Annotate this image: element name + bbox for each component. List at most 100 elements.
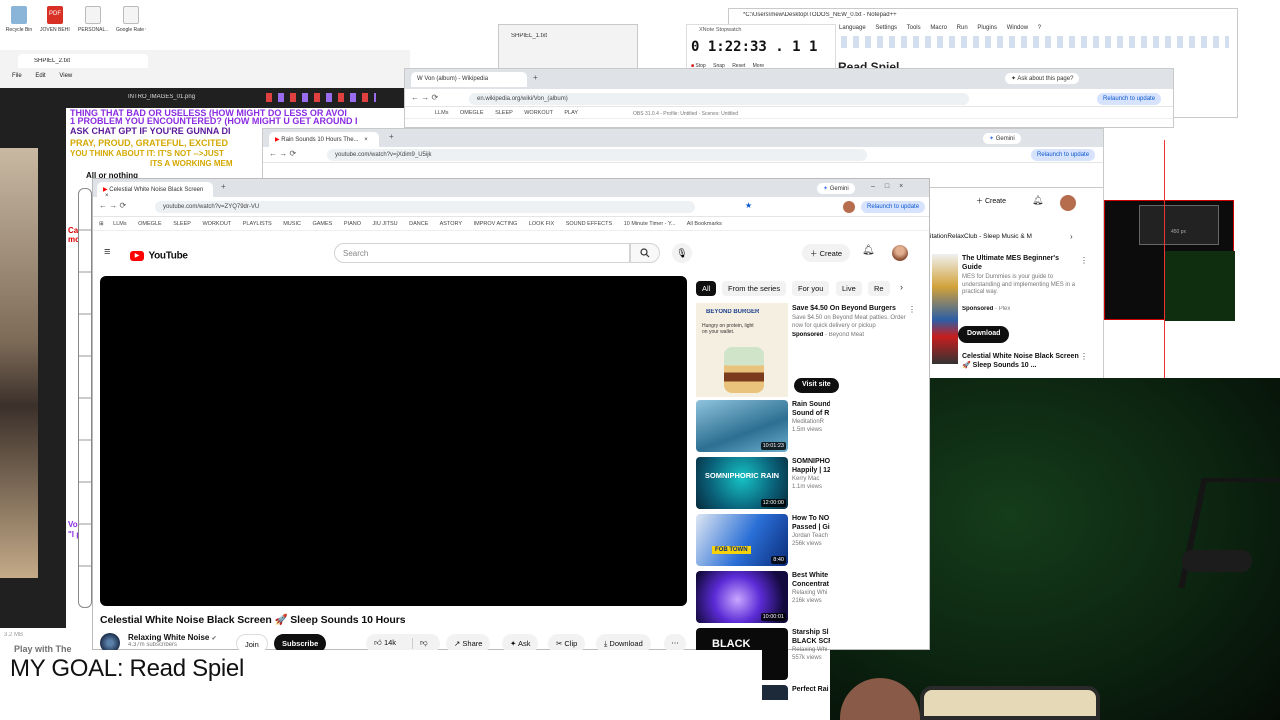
- bookmark[interactable]: DANCE: [409, 221, 428, 227]
- menu-window[interactable]: Window: [1007, 25, 1028, 31]
- notifications-bell-icon[interactable]: 🔔︎: [862, 245, 875, 256]
- visit-site-button[interactable]: Visit site: [794, 378, 839, 393]
- rec-title: Rain Sound: [792, 401, 830, 408]
- rain-tab[interactable]: ▶ Rain Sounds 10 Hours The... ×: [269, 132, 379, 147]
- bookmark[interactable]: WORKOUT: [524, 110, 553, 116]
- chevron-right-icon[interactable]: ›: [1070, 232, 1073, 241]
- chevron-right-icon[interactable]: ›: [900, 282, 903, 292]
- youtube-logo[interactable]: ▶ YouTube: [130, 247, 188, 265]
- bookmark[interactable]: LOOK FIX: [529, 221, 554, 227]
- bookmark[interactable]: OMEGLE: [138, 221, 162, 227]
- chip-for-you[interactable]: For you: [792, 281, 830, 296]
- bookmark[interactable]: WORKOUT: [202, 221, 231, 227]
- search-input[interactable]: Search: [334, 243, 630, 263]
- notepad-small-tab[interactable]: SHPIEL_1.txt: [511, 33, 547, 39]
- dislike-button[interactable]: 👎︎: [420, 638, 428, 648]
- menu-tools[interactable]: Tools: [907, 25, 921, 31]
- right-create-button[interactable]: ＋ Create: [976, 196, 1006, 206]
- desktop-icon-pdf[interactable]: PDF JOVEN BEHIND...: [40, 6, 70, 33]
- bookmark[interactable]: PLAYLISTS: [243, 221, 272, 227]
- bookmark[interactable]: JIU JITSU: [373, 221, 398, 227]
- close-icon[interactable]: ×: [364, 137, 368, 143]
- bookmark[interactable]: PLAY: [564, 110, 578, 116]
- bell-icon[interactable]: 🔔︎: [1032, 195, 1043, 206]
- rec-item[interactable]: SOMNIPHORIC RAIN 12:00:00 SOMNIPHO Happi…: [696, 457, 830, 511]
- bookmark[interactable]: LLMs: [113, 221, 126, 227]
- menu-language[interactable]: Language: [839, 25, 866, 31]
- bookmark[interactable]: IMPROV ACTING: [474, 221, 518, 227]
- right-ad-title[interactable]: The Ultimate MES Beginner's Guide: [962, 254, 1080, 272]
- main-tab[interactable]: ▶ Celestial White Noise Black Screen ×: [97, 182, 213, 199]
- ad-thumbnail[interactable]: BEYOND BURGER Hungry on protein, light o…: [696, 303, 788, 397]
- hamburger-menu-icon[interactable]: ≡: [104, 246, 110, 258]
- menu-edit[interactable]: Edit: [35, 73, 45, 79]
- channel-info[interactable]: Relaxing White Noise ✔ 4.37m subscribers: [128, 633, 217, 648]
- more-vert-icon[interactable]: ⋮: [1080, 352, 1088, 361]
- desktop-icon-google-rate[interactable]: Google Rate Changelo...: [116, 6, 146, 33]
- right-download-button[interactable]: Download: [958, 326, 1010, 343]
- create-button[interactable]: ＋ Create: [802, 244, 851, 262]
- chip-all[interactable]: All: [696, 281, 717, 296]
- more-vert-icon[interactable]: ⋮: [908, 305, 916, 314]
- bookmark[interactable]: SLEEP: [173, 221, 191, 227]
- rain-new-tab-button[interactable]: +: [389, 132, 394, 141]
- rec-item[interactable]: 10:00:01 Best White Concentrat Relaxing …: [696, 571, 830, 625]
- wiki-nav-back[interactable]: ← → ⟳: [411, 93, 438, 102]
- menu-run[interactable]: Run: [957, 25, 968, 31]
- window-controls[interactable]: –□×: [871, 183, 913, 190]
- menu-view[interactable]: View: [59, 73, 72, 79]
- chip-related[interactable]: Re: [868, 281, 890, 296]
- star-icon[interactable]: ★: [745, 201, 752, 210]
- avatar[interactable]: [1060, 195, 1076, 211]
- rain-url[interactable]: youtube.com/watch?v=jXdim9_U5ijk: [327, 149, 867, 161]
- bookmark[interactable]: LLMs: [435, 110, 448, 116]
- account-avatar[interactable]: [892, 245, 908, 261]
- wiki-relaunch-button[interactable]: Relaunch to update: [1097, 93, 1162, 105]
- menu-help[interactable]: ?: [1038, 25, 1041, 31]
- menu-plugins[interactable]: Plugins: [977, 25, 997, 31]
- main-url[interactable]: youtube.com/watch?v=ZYQ79dr-VU: [155, 201, 695, 213]
- desktop-icon-personal[interactable]: PERSONAL...: [78, 6, 108, 33]
- menu-settings[interactable]: Settings: [875, 25, 897, 31]
- search-button[interactable]: [630, 243, 660, 263]
- more-vert-icon[interactable]: ⋮: [1080, 256, 1088, 265]
- channel-name[interactable]: Relaxing White Noise: [128, 633, 209, 642]
- main-new-tab-button[interactable]: +: [221, 182, 226, 191]
- rec-item[interactable]: 10:01:23 Rain Sound Sound of R Meditatio…: [696, 400, 830, 454]
- chip-live[interactable]: Live: [836, 281, 862, 296]
- bookmark[interactable]: GAMES: [312, 221, 332, 227]
- rain-urlbar: ← → ⟳ youtube.com/watch?v=jXdim9_U5ijk R…: [263, 147, 1103, 163]
- bookmark[interactable]: MUSIC: [283, 221, 301, 227]
- bookmark[interactable]: 10 Minute Timer - Y...: [624, 221, 676, 227]
- bookmark[interactable]: PIANO: [344, 221, 361, 227]
- desktop-icon-recycle-bin[interactable]: Recycle Bin: [4, 6, 34, 33]
- right-video-title[interactable]: Celestial White Noise Black Screen 🚀 Sle…: [962, 352, 1080, 370]
- notepad-tab[interactable]: SHPIEL_2.txt: [18, 54, 148, 68]
- video-player[interactable]: [100, 276, 687, 606]
- rain-nav-buttons[interactable]: ← → ⟳: [269, 149, 296, 158]
- main-gemini-button[interactable]: ✦ Gemini: [817, 183, 855, 194]
- menu-macro[interactable]: Macro: [930, 25, 947, 31]
- rain-gemini-button[interactable]: ✦ Gemini: [983, 133, 1021, 144]
- bookmark[interactable]: SLEEP: [495, 110, 513, 116]
- rain-relaunch-button[interactable]: Relaunch to update: [1031, 149, 1096, 161]
- profile-avatar[interactable]: [843, 201, 855, 213]
- like-button[interactable]: 👍︎ 14k: [374, 638, 396, 648]
- wiki-new-tab-button[interactable]: +: [533, 73, 538, 82]
- rec-item[interactable]: FOB TOWN 8:40 How To NO Passed | Gi Jord…: [696, 514, 830, 568]
- right-channel-name[interactable]: itationRelaxClub - Sleep Music & M: [930, 233, 1056, 240]
- voice-search-button[interactable]: 🎙︎: [672, 243, 692, 263]
- main-relaunch-button[interactable]: Relaunch to update: [861, 201, 926, 213]
- bookmark[interactable]: ASTORY: [440, 221, 462, 227]
- wiki-ask-page[interactable]: ✦ Ask about this page?: [1005, 73, 1080, 84]
- bookmark[interactable]: SOUND EFFECTS: [566, 221, 612, 227]
- main-nav-buttons[interactable]: ← → ⟳: [99, 201, 126, 210]
- menu-file[interactable]: File: [12, 73, 22, 79]
- wiki-url[interactable]: en.wikipedia.org/wiki/Von_(album): [469, 93, 969, 105]
- chip-from-series[interactable]: From the series: [722, 281, 787, 296]
- ad-info[interactable]: Save $4.50 On Beyond Burgers Save $4.50 …: [792, 304, 910, 338]
- wiki-tab[interactable]: W Von (album) - Wikipedia: [411, 72, 527, 87]
- all-bookmarks[interactable]: All Bookmarks: [687, 221, 722, 227]
- bookmark[interactable]: OMEGLE: [460, 110, 484, 116]
- apps-grid-icon[interactable]: ⊞: [99, 221, 104, 227]
